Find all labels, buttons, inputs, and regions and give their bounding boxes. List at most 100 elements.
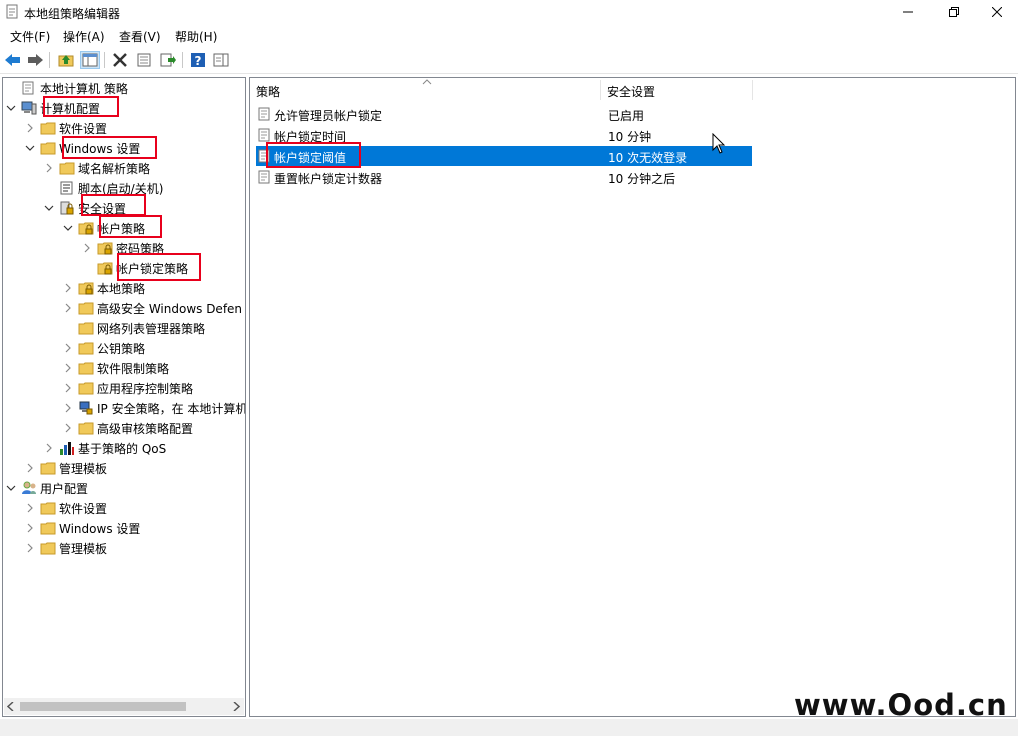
tree-item-label: 高级审核策略配置 — [97, 421, 194, 436]
tree-item[interactable]: 软件限制策略 — [62, 358, 169, 378]
forward-arrow-icon — [28, 54, 43, 66]
tree-item-label: 基于策略的 QoS — [78, 441, 167, 456]
chevron-right-icon[interactable] — [24, 502, 36, 514]
policy-row[interactable]: 允许管理员帐户锁定 已启用 — [256, 104, 752, 124]
tree-item-label: Windows 设置 — [59, 141, 141, 156]
gpedit-window: 本地组策略编辑器 文件(F) 操作(A) 查看(V) 帮助(H) ? 本地计算机… — [0, 0, 1018, 736]
chevron-right-icon[interactable] — [62, 362, 74, 374]
tree-item-label: 软件设置 — [59, 121, 108, 136]
folder-icon — [78, 421, 94, 435]
column-divider[interactable] — [752, 80, 753, 100]
scroll-right-icon[interactable] — [233, 702, 241, 711]
tree-item[interactable]: 管理模板 — [24, 458, 107, 478]
tree-item[interactable]: 软件设置 — [24, 498, 107, 518]
chevron-right-icon[interactable] — [62, 342, 74, 354]
tree-item[interactable]: 公钥策略 — [62, 338, 145, 358]
tree-item[interactable]: 网络列表管理器策略 — [62, 318, 205, 338]
menu-help[interactable]: 帮助(H) — [175, 28, 217, 45]
toolbar-separator — [49, 52, 50, 68]
chevron-down-icon[interactable] — [62, 222, 74, 234]
chevron-right-icon[interactable] — [62, 282, 74, 294]
maximize-button[interactable] — [931, 0, 977, 24]
chevron-right-icon[interactable] — [62, 402, 74, 414]
tree-item-label: 帐户锁定策略 — [116, 261, 189, 276]
tree-item[interactable]: 密码策略 — [81, 238, 164, 258]
tree-item[interactable]: 管理模板 — [24, 538, 107, 558]
folder-lock-icon — [97, 241, 113, 255]
minimize-icon — [903, 11, 913, 13]
toolbar-separator — [182, 52, 183, 68]
chevron-right-icon[interactable] — [62, 422, 74, 434]
show-hide-tree-button[interactable] — [80, 51, 100, 69]
forward-button[interactable] — [25, 51, 45, 69]
chevron-right-icon[interactable] — [43, 162, 55, 174]
minimize-button[interactable] — [885, 0, 931, 24]
tree-item[interactable]: 高级安全 Windows Defen — [62, 298, 242, 318]
menu-view[interactable]: 查看(V) — [119, 28, 161, 45]
toolbar: ? — [0, 46, 1018, 74]
policy-row[interactable]: 帐户锁定时间 10 分钟 — [256, 125, 752, 145]
chevron-right-icon[interactable] — [24, 122, 36, 134]
chevron-right-icon[interactable] — [81, 242, 93, 254]
tree-item[interactable]: 帐户策略 — [62, 218, 145, 238]
tree-item[interactable]: 本地计算机 策略 — [5, 78, 128, 98]
chevron-right-icon[interactable] — [62, 302, 74, 314]
tree-item[interactable]: 应用程序控制策略 — [62, 378, 193, 398]
folder-lock-icon — [78, 221, 94, 235]
folder-lock-icon — [78, 281, 94, 295]
tree-item[interactable]: 帐户锁定策略 — [81, 258, 188, 278]
chevron-right-icon[interactable] — [24, 462, 36, 474]
tree-item[interactable]: 脚本(启动/关机) — [43, 178, 163, 198]
sort-ascending-icon — [422, 79, 432, 85]
folder-icon — [78, 341, 94, 355]
menu-action[interactable]: 操作(A) — [63, 28, 105, 45]
column-divider[interactable] — [600, 80, 601, 100]
policy-row[interactable]: 重置帐户锁定计数器 10 分钟之后 — [256, 167, 752, 187]
properties-button[interactable] — [134, 51, 154, 69]
scroll-left-icon[interactable] — [7, 702, 15, 711]
export-list-button[interactable] — [158, 51, 178, 69]
properties-icon — [137, 53, 151, 67]
chevron-right-icon[interactable] — [24, 522, 36, 534]
back-button[interactable] — [3, 51, 23, 69]
policy-app-icon — [6, 4, 18, 19]
tree-item[interactable]: 计算机配置 — [5, 98, 100, 118]
tree-item[interactable]: 安全设置 — [43, 198, 126, 218]
tree-item[interactable]: 基于策略的 QoS — [43, 438, 166, 458]
tree-horizontal-scrollbar[interactable] — [4, 698, 244, 715]
policy-row[interactable]: 帐户锁定阈值 10 次无效登录 — [256, 146, 752, 166]
show-action-pane-button[interactable] — [211, 51, 231, 69]
column-header-security-setting[interactable]: 安全设置 — [607, 81, 655, 101]
chevron-right-icon[interactable] — [24, 542, 36, 554]
tree-item[interactable]: 软件设置 — [24, 118, 107, 138]
scrollbar-thumb[interactable] — [20, 702, 186, 711]
tree-item[interactable]: Windows 设置 — [24, 518, 140, 538]
delete-button[interactable] — [110, 51, 130, 69]
up-level-button[interactable] — [56, 51, 76, 69]
folder-up-icon — [58, 55, 74, 67]
tree-item-label: IP 安全策略，在 本地计算机 — [97, 401, 246, 416]
chevron-right-icon[interactable] — [43, 442, 55, 454]
tree-item[interactable]: Windows 设置 — [24, 138, 140, 158]
tree-item-label: 本地策略 — [97, 281, 146, 296]
menu-file[interactable]: 文件(F) — [10, 28, 50, 45]
chevron-down-icon[interactable] — [5, 102, 17, 114]
help-button[interactable]: ? — [188, 51, 208, 69]
chevron-down-icon[interactable] — [43, 202, 55, 214]
console-tree-pane: 本地计算机 策略 计算机配置 软件设置 Windows 设置 域名解析策略 脚本(启动/关… — [2, 77, 246, 717]
chevron-down-icon[interactable] — [5, 482, 17, 494]
tree-item[interactable]: 本地策略 — [62, 278, 145, 298]
security-icon — [59, 201, 75, 215]
chevron-right-icon[interactable] — [62, 382, 74, 394]
tree-item[interactable]: IP 安全策略，在 本地计算机 — [62, 398, 246, 418]
column-header-policy[interactable]: 策略 — [256, 81, 280, 101]
tree-item[interactable]: 用户配置 — [5, 478, 88, 498]
tree-item[interactable]: 高级审核策略配置 — [62, 418, 193, 438]
chevron-down-icon[interactable] — [24, 142, 36, 154]
tree-item[interactable]: 域名解析策略 — [43, 158, 150, 178]
computer-icon — [21, 101, 37, 115]
close-button[interactable] — [974, 0, 1018, 24]
tree-item-label: 本地计算机 策略 — [40, 81, 128, 96]
